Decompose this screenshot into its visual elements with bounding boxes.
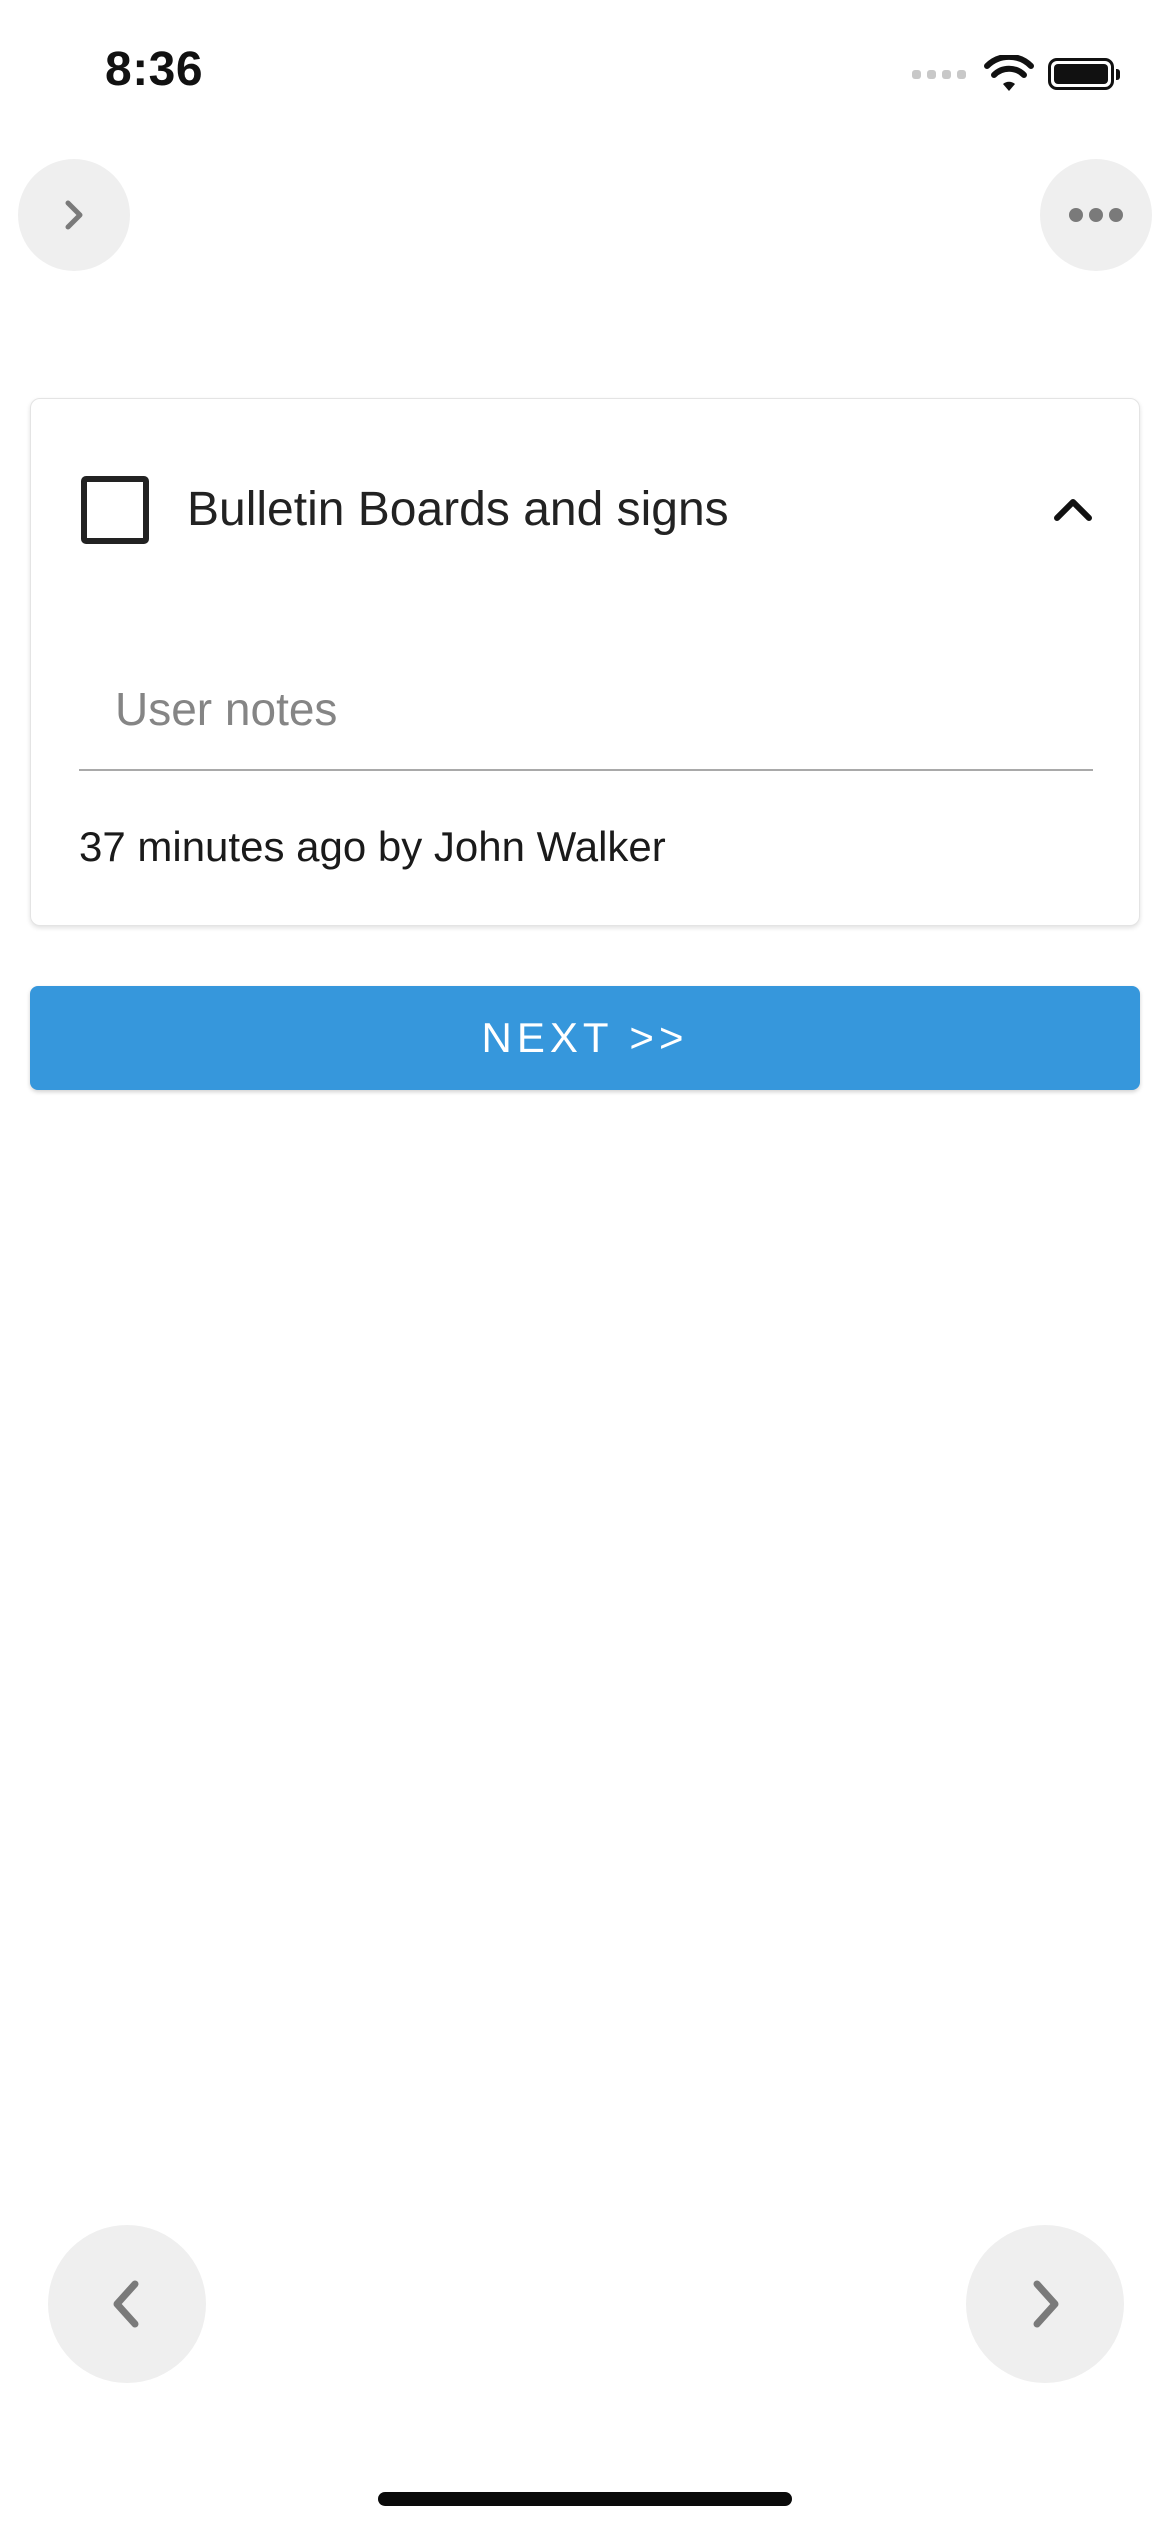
status-icons [912, 52, 1120, 96]
expand-panel-button[interactable] [18, 159, 130, 271]
chevron-right-icon [65, 200, 83, 230]
chevron-left-icon [113, 2280, 139, 2328]
chevron-up-icon [1054, 499, 1092, 521]
wifi-icon [984, 55, 1034, 91]
cellular-signal-icon [912, 69, 966, 79]
more-options-button[interactable] [1040, 159, 1152, 271]
next-button[interactable]: NEXT >> [30, 986, 1140, 1090]
user-notes-field [79, 649, 1093, 771]
screen: 8:36 Bulletin Boards and signs User note… [0, 0, 1170, 2532]
forward-button[interactable] [966, 2225, 1124, 2383]
status-time: 8:36 [105, 43, 204, 96]
more-horizontal-icon [1069, 208, 1123, 222]
home-indicator [378, 2492, 792, 2506]
checklist-item-card: Bulletin Boards and signs 37 minutes ago… [30, 398, 1140, 926]
previous-button[interactable] [48, 2225, 206, 2383]
battery-icon [1048, 58, 1120, 90]
chevron-right-icon [1033, 2280, 1059, 2328]
item-checkbox[interactable] [81, 476, 149, 544]
collapse-button[interactable] [1043, 479, 1103, 539]
user-notes-input[interactable] [79, 649, 1093, 769]
item-meta: 37 minutes ago by John Walker [79, 823, 666, 870]
item-title: Bulletin Boards and signs [187, 483, 729, 536]
